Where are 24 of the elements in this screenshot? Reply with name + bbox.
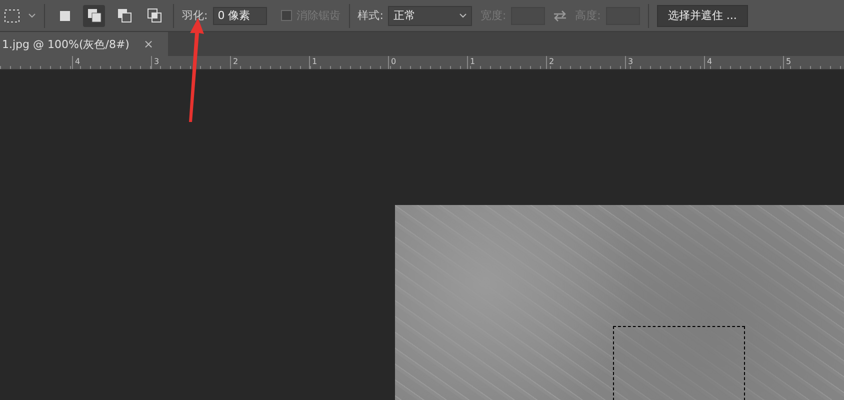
caret-icon[interactable] (28, 12, 36, 18)
add-selection-mode-button[interactable] (83, 4, 105, 26)
ruler-label: 3 (625, 56, 704, 69)
ruler-label: 2 (546, 56, 625, 69)
close-icon[interactable]: × (143, 37, 154, 51)
swap-icon[interactable] (553, 10, 568, 22)
marquee-icon[interactable] (4, 8, 20, 22)
feather-label: 羽化: (182, 8, 208, 23)
ruler-label: 4 (704, 56, 783, 69)
style-dropdown[interactable]: 正常 (388, 6, 472, 26)
add-selection-icon (86, 7, 102, 24)
caret-icon (459, 12, 468, 18)
ruler-label: 5 (783, 56, 844, 69)
ruler-label: 2 (230, 56, 309, 69)
ruler-label: 0 (388, 56, 467, 69)
ruler-label: 1 (467, 56, 546, 69)
select-and-mask-button[interactable]: 选择并遮住 ... (656, 4, 748, 26)
feather-input[interactable]: 0 像素 (212, 6, 267, 24)
ruler-label: 4 (72, 56, 151, 69)
subtract-selection-icon (116, 7, 132, 24)
intersect-selection-icon (146, 7, 162, 24)
ruler-label: 1 (309, 56, 388, 69)
document-tab[interactable]: 1.jpg @ 100%(灰色/8#) × (0, 32, 168, 56)
style-label: 样式: (358, 8, 384, 23)
